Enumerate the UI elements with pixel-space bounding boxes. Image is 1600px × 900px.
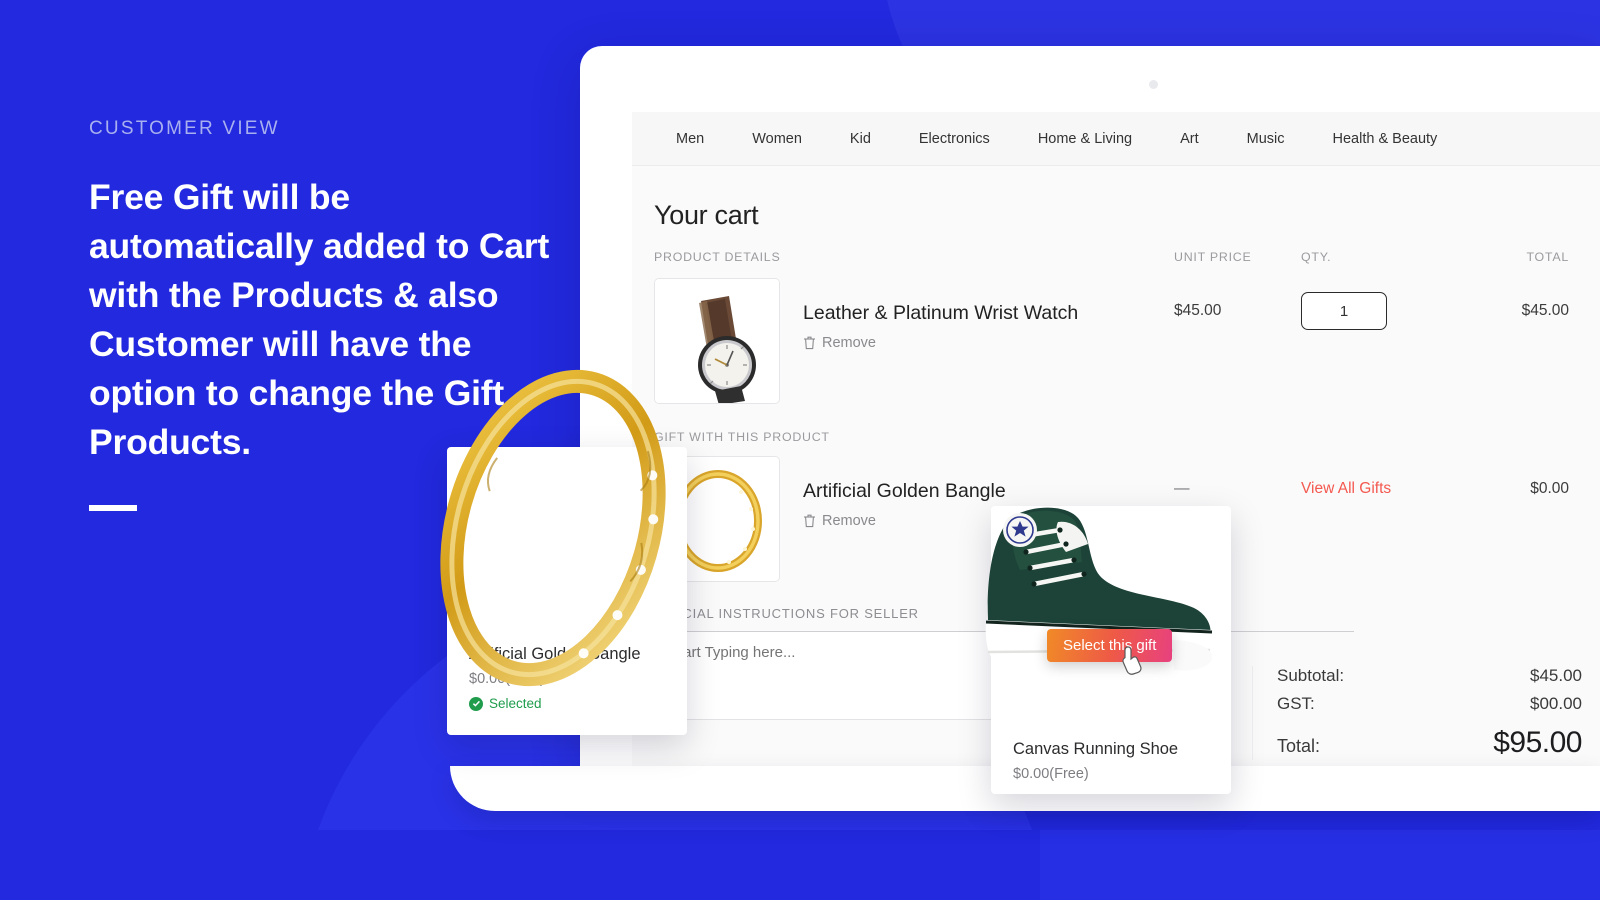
view-all-gifts-cell: View All Gifts — [1301, 456, 1459, 498]
column-header-unit-price: UNIT PRICE — [1174, 250, 1252, 264]
gst-value: $00.00 — [1530, 694, 1582, 713]
status-badge: Selected — [469, 696, 665, 711]
select-this-gift-button[interactable]: Select this gift — [1047, 629, 1173, 662]
gift-card-body-shoe: Canvas Running Shoe $0.00(Free) — [991, 740, 1231, 782]
cart-heading: Your cart — [654, 200, 759, 230]
total-value: $95.00 — [1493, 726, 1582, 759]
remove-label: Remove — [822, 335, 876, 351]
summary-row-gst: GST: $00.00 — [1277, 694, 1582, 714]
quantity-stepper[interactable]: 1 — [1301, 278, 1459, 330]
product-name: Leather & Platinum Wrist Watch — [803, 302, 1079, 324]
bangle-product-art — [418, 358, 688, 698]
gift-card-name: Canvas Running Shoe — [1013, 740, 1179, 758]
nav-item-music[interactable]: Music — [1223, 131, 1309, 147]
subtotal-value: $45.00 — [1530, 666, 1582, 685]
product-line-total: $45.00 — [1521, 302, 1569, 319]
trash-icon — [804, 514, 815, 528]
quantity-input[interactable]: 1 — [1301, 292, 1387, 330]
column-header-qty: QTY. — [1301, 250, 1332, 264]
view-all-gifts-link[interactable]: View All Gifts — [1301, 480, 1391, 497]
nav-item-health-beauty[interactable]: Health & Beauty — [1309, 131, 1462, 147]
gift-price-dash: — — [1174, 480, 1190, 497]
check-circle-icon — [469, 696, 483, 711]
column-header-total: TOTAL — [1526, 250, 1569, 264]
remove-label: Remove — [822, 513, 876, 529]
background-band-bottom-accent — [1040, 830, 1600, 900]
cart-table-header: PRODUCT DETAILS UNIT PRICE QTY. TOTAL — [654, 250, 1600, 264]
status-label: Selected — [489, 696, 542, 711]
mouse-cursor-icon — [1121, 645, 1145, 680]
gift-line-total: $0.00 — [1530, 480, 1569, 497]
summary-row-total: Total: $95.00 — [1277, 726, 1582, 760]
gift-card-price: $0.00(Free) — [1013, 766, 1089, 782]
summary-row-subtotal: Subtotal: $45.00 — [1277, 666, 1582, 686]
nav-item-women[interactable]: Women — [728, 131, 826, 147]
table-row: Leather & Platinum Wrist Watch Remove $4… — [654, 278, 1600, 404]
webcam-dot-icon — [1149, 80, 1158, 89]
special-instructions-input[interactable] — [654, 632, 1004, 720]
gift-section-label: GIFT WITH THIS PRODUCT — [654, 430, 830, 444]
trash-icon — [804, 336, 815, 350]
gift-unit-price: — — [1174, 456, 1301, 498]
nav-item-kid[interactable]: Kid — [826, 131, 895, 147]
category-nav: Men Women Kid Electronics Home & Living … — [632, 112, 1600, 166]
product-unit-price: $45.00 — [1174, 302, 1222, 319]
order-summary: Subtotal: $45.00 GST: $00.00 Total: $95.… — [1252, 666, 1582, 760]
title-divider — [89, 505, 137, 511]
total-label: Total: — [1277, 736, 1321, 756]
panel-eyebrow: CUSTOMER VIEW — [89, 118, 280, 139]
nav-item-electronics[interactable]: Electronics — [895, 131, 1014, 147]
nav-item-home-living[interactable]: Home & Living — [1014, 131, 1156, 147]
nav-item-men[interactable]: Men — [652, 131, 728, 147]
gst-label: GST: — [1277, 694, 1315, 713]
nav-item-art[interactable]: Art — [1156, 131, 1223, 147]
subtotal-label: Subtotal: — [1277, 666, 1345, 685]
remove-product-button[interactable]: Remove — [803, 335, 1078, 351]
column-header-product: PRODUCT DETAILS — [654, 250, 781, 264]
golden-bangle-photo-icon — [440, 369, 666, 687]
